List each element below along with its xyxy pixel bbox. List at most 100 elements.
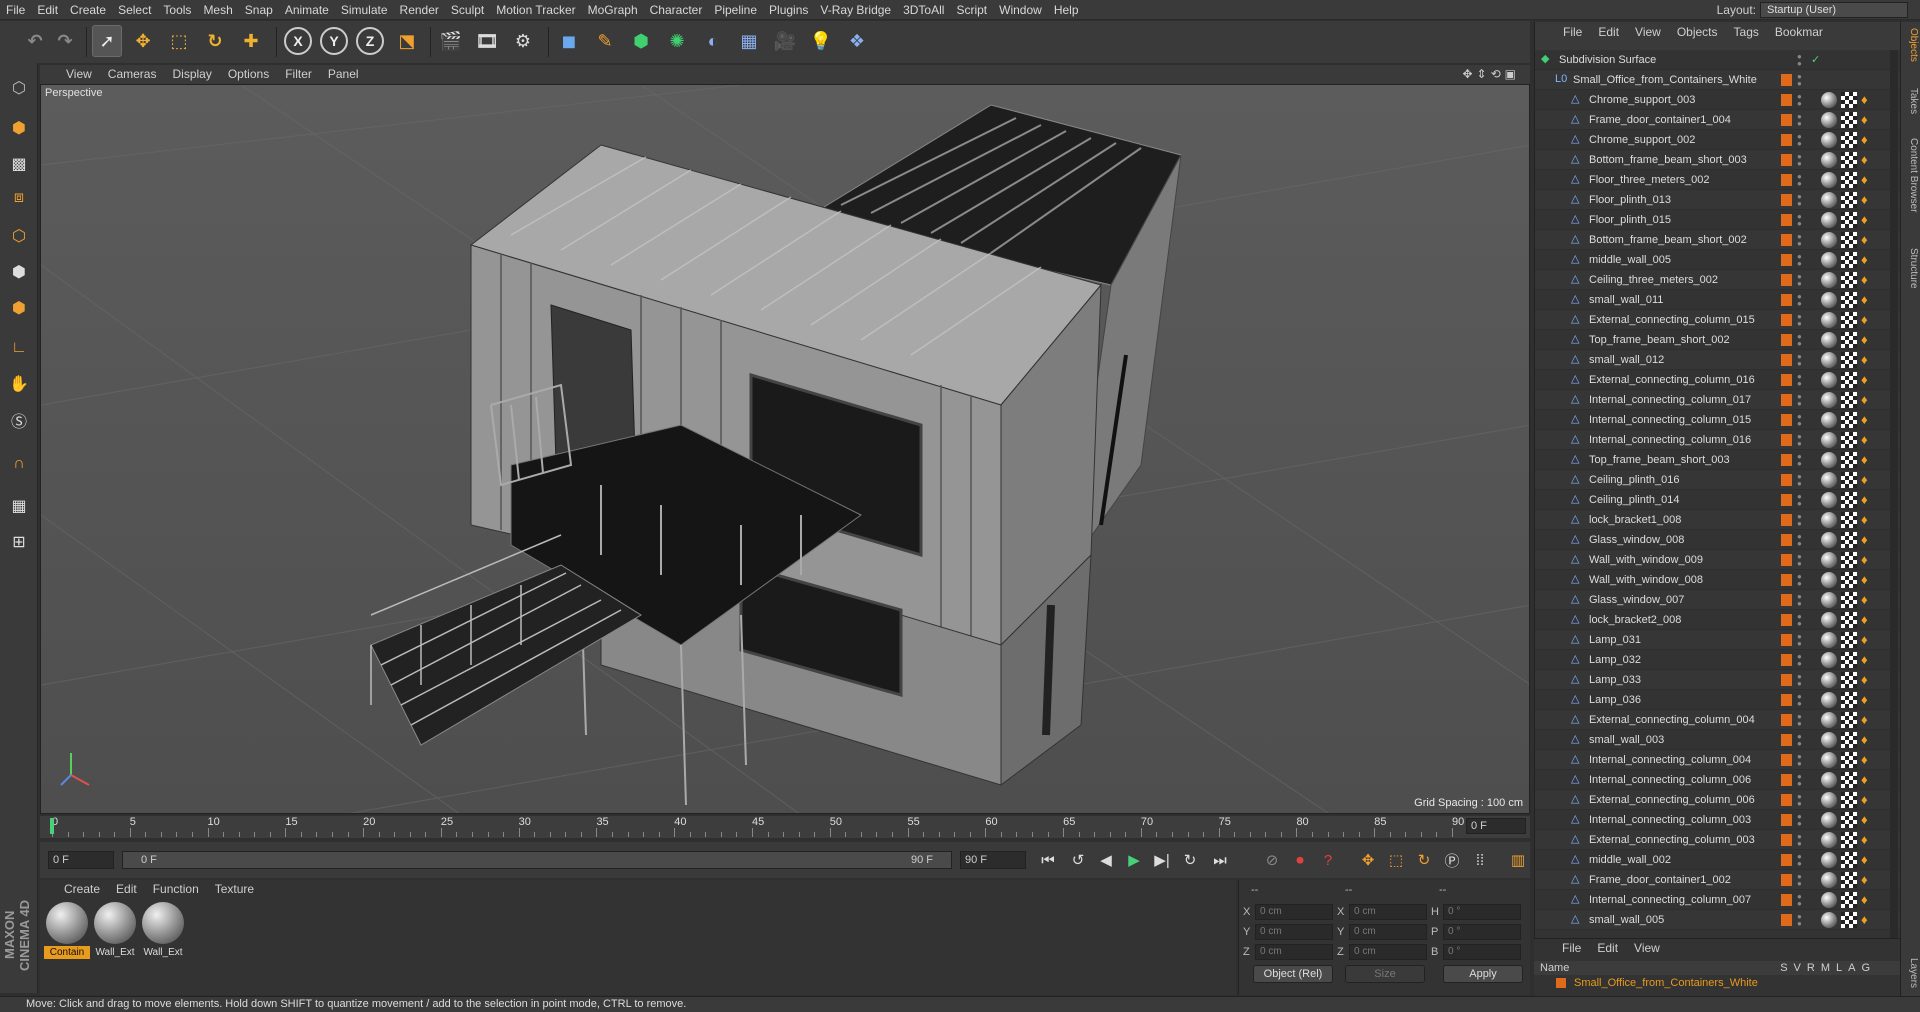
visibility-dots[interactable]: ● ● <box>1797 433 1803 448</box>
phong-tag-icon[interactable]: ♦ <box>1861 892 1871 908</box>
undo-icon[interactable]: ↶ <box>20 25 50 57</box>
object-row[interactable]: △ Glass_window_008 ● ● ♦ <box>1535 530 1901 550</box>
position-key-icon[interactable]: ✥ <box>1356 848 1380 872</box>
phong-tag-icon[interactable]: ♦ <box>1861 832 1871 848</box>
om-menu-edit[interactable]: Edit <box>1590 22 1627 42</box>
material-tag-icon[interactable] <box>1821 212 1837 228</box>
texture-tag-icon[interactable] <box>1841 812 1857 828</box>
visibility-dots[interactable]: ● ● <box>1797 133 1803 148</box>
previous-keyframe-icon[interactable]: ↺ <box>1066 848 1090 872</box>
material-tag-icon[interactable] <box>1821 792 1837 808</box>
side-tab-objects[interactable]: Objects <box>1903 28 1919 62</box>
phong-tag-icon[interactable]: ♦ <box>1861 532 1871 548</box>
coord-z-field[interactable]: 0 cm <box>1255 944 1333 960</box>
side-tab-takes[interactable]: Takes <box>1903 88 1919 114</box>
go-to-end-icon[interactable]: ⏭ <box>1208 848 1232 872</box>
model-mode-icon[interactable]: ⬢ <box>4 113 34 143</box>
visibility-dots[interactable]: ● ● <box>1797 493 1803 508</box>
object-row[interactable]: △ Internal_connecting_column_004 ● ● ♦ <box>1535 750 1901 770</box>
visibility-dots[interactable]: ● ● <box>1797 733 1803 748</box>
material-menu-create[interactable]: Create <box>56 880 108 898</box>
locked-workplane-icon[interactable]: ⊞ <box>4 527 34 557</box>
viewport-menu-filter[interactable]: Filter <box>277 65 320 84</box>
material-tag-icon[interactable] <box>1821 592 1837 608</box>
visibility-dots[interactable]: ● ● <box>1797 833 1803 848</box>
visibility-dots[interactable]: ● ● <box>1797 113 1803 128</box>
om-menu-bookmar[interactable]: Bookmar <box>1767 22 1831 42</box>
object-row[interactable]: △ Internal_connecting_column_003 ● ● ♦ <box>1535 810 1901 830</box>
material-swatch[interactable]: Wall_Ext <box>92 902 138 962</box>
phong-tag-icon[interactable]: ♦ <box>1861 632 1871 648</box>
phong-tag-icon[interactable]: ♦ <box>1861 792 1871 808</box>
snap-icon[interactable]: Ⓢ <box>4 405 34 435</box>
menu-item-3dtoall[interactable]: 3DToAll <box>897 0 950 20</box>
visibility-dots[interactable]: ● ● <box>1797 713 1803 728</box>
viewport-nav-icons[interactable]: ✥⇕⟲▣ <box>1462 67 1520 81</box>
start-frame-field[interactable]: 0 F <box>48 851 114 869</box>
edges-mode-icon[interactable]: ⬢ <box>4 257 34 287</box>
material-tag-icon[interactable] <box>1821 172 1837 188</box>
menu-item-edit[interactable]: Edit <box>31 0 64 20</box>
visibility-dots[interactable]: ● ● <box>1797 293 1803 308</box>
object-row[interactable]: △ External_connecting_column_006 ● ● ♦ <box>1535 790 1901 810</box>
cube-icon[interactable]: ◼ <box>554 25 584 57</box>
texture-tag-icon[interactable] <box>1841 612 1857 628</box>
visibility-dots[interactable]: ● ● <box>1797 533 1803 548</box>
phong-tag-icon[interactable]: ♦ <box>1861 492 1871 508</box>
object-row[interactable]: △ middle_wall_002 ● ● ♦ <box>1535 850 1901 870</box>
texture-tag-icon[interactable] <box>1841 912 1857 928</box>
menu-item-file[interactable]: File <box>0 0 31 20</box>
texture-tag-icon[interactable] <box>1841 512 1857 528</box>
visibility-dots[interactable]: ● ● <box>1797 93 1803 108</box>
material-tag-icon[interactable] <box>1821 572 1837 588</box>
texture-tag-icon[interactable] <box>1841 172 1857 188</box>
redo-icon[interactable]: ↷ <box>50 25 80 57</box>
om-menu-tags[interactable]: Tags <box>1726 22 1767 42</box>
visibility-dots[interactable]: ● ● <box>1797 753 1803 768</box>
object-row[interactable]: △ Internal_connecting_column_007 ● ● ♦ <box>1535 890 1901 910</box>
texture-tag-icon[interactable] <box>1841 472 1857 488</box>
phong-tag-icon[interactable]: ♦ <box>1861 212 1871 228</box>
object-row[interactable]: △ Chrome_support_002 ● ● ♦ <box>1535 130 1901 150</box>
object-row[interactable]: △ External_connecting_column_015 ● ● ♦ <box>1535 310 1901 330</box>
texture-tag-icon[interactable] <box>1841 592 1857 608</box>
phong-tag-icon[interactable]: ♦ <box>1861 132 1871 148</box>
side-tab-layers[interactable]: Layers <box>1903 958 1919 988</box>
workplane-icon[interactable]: ▦ <box>4 491 34 521</box>
material-tag-icon[interactable] <box>1821 272 1837 288</box>
visibility-dots[interactable]: ● ● <box>1797 73 1803 88</box>
object-row[interactable]: △ Lamp_031 ● ● ♦ <box>1535 630 1901 650</box>
texture-tag-icon[interactable] <box>1841 312 1857 328</box>
material-tag-icon[interactable] <box>1821 472 1837 488</box>
material-swatch[interactable]: Wall_Ext <box>140 902 186 962</box>
make-editable-icon[interactable]: ⬡ <box>4 73 34 103</box>
add-tool-icon[interactable]: ✚ <box>236 25 266 57</box>
z-axis-lock-icon[interactable]: Z <box>356 27 384 55</box>
texture-tag-icon[interactable] <box>1841 352 1857 368</box>
object-row[interactable]: △ Floor_three_meters_002 ● ● ♦ <box>1535 170 1901 190</box>
visibility-dots[interactable]: ● ● <box>1797 173 1803 188</box>
phong-tag-icon[interactable]: ♦ <box>1861 152 1871 168</box>
phong-tag-icon[interactable]: ♦ <box>1861 692 1871 708</box>
phong-tag-icon[interactable]: ♦ <box>1861 812 1871 828</box>
object-row[interactable]: △ Ceiling_three_meters_002 ● ● ♦ <box>1535 270 1901 290</box>
texture-tag-icon[interactable] <box>1841 212 1857 228</box>
deformer-icon[interactable]: ◐ <box>698 25 728 57</box>
object-row[interactable]: △ small_wall_012 ● ● ♦ <box>1535 350 1901 370</box>
menu-item-help[interactable]: Help <box>1048 0 1085 20</box>
enabled-check-icon[interactable]: ✓ <box>1811 50 1820 70</box>
coordinate-mode-select[interactable]: Object (Rel) <box>1253 965 1333 983</box>
phong-tag-icon[interactable]: ♦ <box>1861 852 1871 868</box>
texture-tag-icon[interactable] <box>1841 92 1857 108</box>
phong-tag-icon[interactable]: ♦ <box>1861 232 1871 248</box>
object-row[interactable]: △ Chrome_support_003 ● ● ♦ <box>1535 90 1901 110</box>
texture-tag-icon[interactable] <box>1841 332 1857 348</box>
next-keyframe-icon[interactable]: ↻ <box>1178 848 1202 872</box>
texture-tag-icon[interactable] <box>1841 732 1857 748</box>
subdivision-icon[interactable]: ⬢ <box>626 25 656 57</box>
menu-item-create[interactable]: Create <box>64 0 112 20</box>
magnet-icon[interactable]: ∩ <box>4 449 34 479</box>
menu-item-motion-tracker[interactable]: Motion Tracker <box>490 0 581 20</box>
texture-tag-icon[interactable] <box>1841 112 1857 128</box>
record-keys-icon[interactable]: ⊘ <box>1260 848 1284 872</box>
